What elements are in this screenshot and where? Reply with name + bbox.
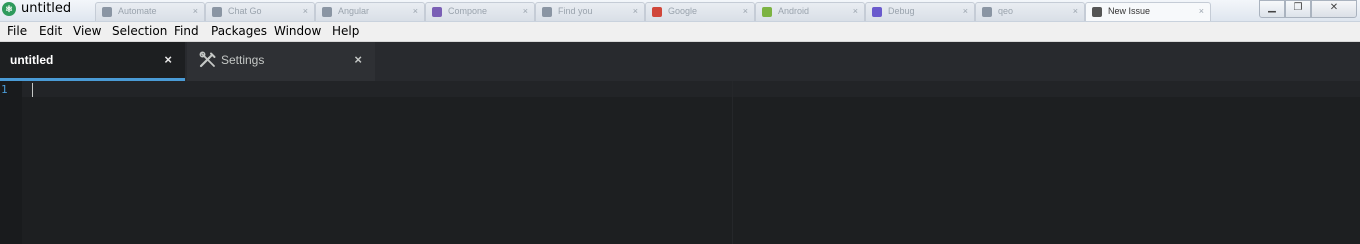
menu-view[interactable]: View (73, 24, 101, 38)
tab-label: untitled (10, 53, 54, 67)
tab-favicon-icon (982, 7, 992, 17)
menu-help[interactable]: Help (332, 24, 359, 38)
github-icon (1092, 7, 1102, 17)
window-title: untitled (21, 1, 72, 16)
tab-label: Settings (221, 53, 265, 67)
line-number-gutter: 1 (0, 81, 22, 244)
browser-tab[interactable]: Compone × (425, 2, 535, 21)
tools-icon (199, 51, 216, 68)
close-tab-icon[interactable]: × (164, 52, 172, 67)
tab-favicon-icon (102, 7, 112, 17)
browser-tab[interactable]: Angular × (315, 2, 425, 21)
browser-tab[interactable]: Chat Go × (205, 2, 315, 21)
window-title-bar: ⚛ untitled Automate × Chat Go × Angular × C… (0, 0, 1360, 22)
menu-find[interactable]: Find (174, 24, 199, 38)
browser-tab[interactable]: Automate × (95, 2, 205, 21)
maximize-button[interactable]: ❐ (1285, 0, 1311, 18)
minimize-icon: ▁ (1268, 2, 1276, 13)
line-number: 1 (1, 83, 8, 96)
browser-tab[interactable]: Find you × (535, 2, 645, 21)
text-cursor (32, 83, 33, 97)
text-editor[interactable]: 1 (0, 81, 1360, 244)
menu-packages[interactable]: Packages (211, 24, 267, 38)
browser-tab-active[interactable]: New Issue × (1085, 2, 1211, 21)
tab-favicon-icon (872, 7, 882, 17)
close-tab-icon[interactable]: × (354, 52, 362, 67)
browser-tab[interactable]: Google × (645, 2, 755, 21)
tab-favicon-icon (212, 7, 222, 17)
menu-window[interactable]: Window (274, 24, 321, 38)
browser-tab[interactable]: Debug × (865, 2, 975, 21)
tab-favicon-icon (432, 7, 442, 17)
tab-settings[interactable]: Settings × (187, 42, 375, 81)
menu-edit[interactable]: Edit (39, 24, 62, 38)
wrap-guide (732, 81, 733, 244)
browser-tab[interactable]: qeo × (975, 2, 1085, 21)
minimize-button[interactable]: ▁ (1259, 0, 1285, 18)
current-line-highlight (22, 81, 1360, 97)
close-icon: ✕ (1329, 2, 1339, 13)
restore-icon: ❐ (1293, 2, 1303, 13)
tab-favicon-icon (322, 7, 332, 17)
editor-tab-bar: untitled × Settings × (0, 42, 1360, 81)
tab-favicon-icon (542, 7, 552, 17)
browser-tab[interactable]: Android × (755, 2, 865, 21)
atom-icon: ⚛ (2, 2, 16, 16)
menu-bar: File Edit View Selection Find Packages W… (0, 22, 1360, 42)
tab-favicon-icon (762, 7, 772, 17)
menu-file[interactable]: File (7, 24, 27, 38)
tab-untitled[interactable]: untitled × (0, 42, 185, 81)
close-window-button[interactable]: ✕ (1311, 0, 1357, 18)
tab-favicon-icon (652, 7, 662, 17)
menu-selection[interactable]: Selection (112, 24, 167, 38)
